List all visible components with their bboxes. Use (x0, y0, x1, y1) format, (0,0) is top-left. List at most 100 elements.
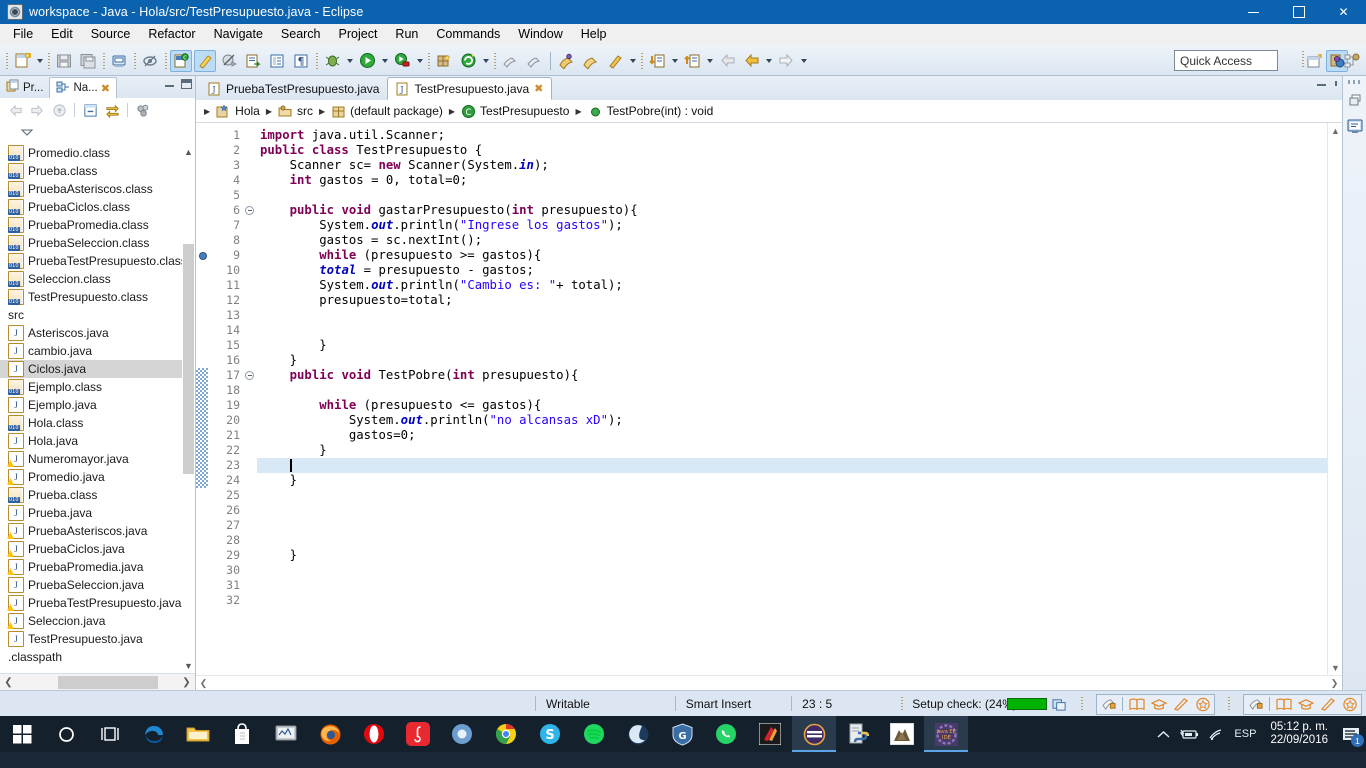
open-resource-icon[interactable] (556, 50, 578, 72)
forward-icon[interactable] (27, 100, 47, 120)
file-tree[interactable]: Promedio.class Prueba.class PruebaAsterisc… (0, 144, 195, 673)
scroll-up-arrow[interactable]: ▲ (1328, 123, 1342, 138)
taskbar-opera[interactable] (352, 716, 396, 752)
back-dropdown-icon[interactable] (763, 50, 774, 72)
minimize-view-icon[interactable] (165, 82, 174, 87)
lock-icon[interactable] (1100, 696, 1117, 713)
code-line[interactable]: Scanner sc= new Scanner(System.in); (257, 158, 1327, 173)
badge-icon[interactable] (1194, 696, 1211, 713)
new-wizard-icon[interactable] (11, 50, 33, 72)
next-annotation-dropdown-icon[interactable] (669, 50, 680, 72)
explorer-horizontal-scrollbar[interactable]: ❮ ❯ (0, 673, 195, 690)
menu-window[interactable]: Window (509, 24, 571, 45)
taskbar-chromium[interactable] (440, 716, 484, 752)
tab-package-explorer[interactable]: Pr... (0, 77, 49, 98)
tab-navigator[interactable]: Na... ✖ (49, 77, 117, 98)
maximize-view-icon[interactable] (181, 79, 192, 89)
tree-item[interactable]: PruebaCiclos.java (0, 540, 195, 558)
lock-icon[interactable] (1247, 696, 1264, 713)
pencil-icon[interactable] (1319, 696, 1336, 713)
code-line[interactable]: public void gastarPresupuesto(int presup… (257, 203, 1327, 218)
book-icon[interactable] (1128, 696, 1145, 713)
fold-collapse-icon[interactable] (245, 206, 254, 215)
tree-item[interactable]: TestPresupuesto.java (0, 630, 195, 648)
breadcrumb-item-method[interactable]: TestPobre(int) : void (588, 104, 713, 119)
taskbar-antivirus[interactable]: G (660, 716, 704, 752)
scroll-left-arrow[interactable]: ❮ (0, 675, 17, 690)
code-line[interactable] (257, 323, 1327, 338)
print-icon[interactable] (108, 50, 130, 72)
search-icon[interactable] (499, 50, 521, 72)
next-annotation-icon[interactable] (646, 50, 668, 72)
code-line[interactable]: System.out.println("Ingrese los gastos")… (257, 218, 1327, 233)
code-line[interactable] (257, 593, 1327, 608)
open-task-icon[interactable] (266, 50, 288, 72)
collapse-all-icon[interactable] (80, 100, 100, 120)
tree-item[interactable]: PruebaPromedia.java (0, 558, 195, 576)
menu-refactor[interactable]: Refactor (139, 24, 204, 45)
editor-marker-bar[interactable] (196, 123, 210, 675)
editor-tab-testpresupuesto[interactable]: J TestPresupuesto.java ✖ (387, 77, 553, 100)
tree-item[interactable]: PruebaCiclos.class (0, 198, 195, 216)
breadcrumb-item-package[interactable]: (default package) (331, 104, 443, 119)
debug-icon[interactable] (321, 50, 343, 72)
task-view-button[interactable] (88, 716, 132, 752)
menu-source[interactable]: Source (82, 24, 140, 45)
code-line[interactable]: while (presupuesto <= gastos){ (257, 398, 1327, 413)
minimize-editor-icon[interactable] (1317, 81, 1326, 86)
maximize-button[interactable] (1276, 0, 1321, 24)
taskbar-game-app[interactable] (748, 716, 792, 752)
badge-icon[interactable] (1341, 696, 1358, 713)
scroll-right-arrow[interactable]: ❯ (1327, 678, 1342, 689)
code-line[interactable]: } (257, 353, 1327, 368)
code-line[interactable]: gastos = sc.nextInt(); (257, 233, 1327, 248)
show-progress-icon[interactable] (1051, 696, 1068, 713)
scroll-right-arrow[interactable]: ❯ (178, 675, 195, 690)
taskbar-spotify[interactable] (572, 716, 616, 752)
scroll-left-arrow[interactable]: ❮ (196, 678, 211, 689)
tree-item[interactable]: PruebaTestPresupuesto.java (0, 594, 195, 612)
java-browsing-icon[interactable] (1341, 50, 1363, 72)
status-drag-handle[interactable] (901, 696, 904, 711)
graduation-icon[interactable] (1297, 696, 1314, 713)
quick-access-input[interactable]: Quick Access (1174, 50, 1278, 71)
tree-item[interactable]: PruebaTestPresupuesto.class (0, 252, 195, 270)
close-button[interactable]: ✕ (1321, 0, 1366, 24)
taskbar-monitor-app[interactable] (264, 716, 308, 752)
breadcrumb-item-class[interactable]: C TestPresupuesto (461, 104, 569, 119)
taskbar-netease-music[interactable] (396, 716, 440, 752)
scroll-up-arrow[interactable]: ▲ (182, 144, 195, 159)
code-folding-bar[interactable] (244, 123, 257, 675)
open-perspective-icon[interactable] (1303, 50, 1325, 72)
tree-item[interactable]: Seleccion.class (0, 270, 195, 288)
code-line[interactable] (257, 518, 1327, 533)
search-all-icon[interactable] (523, 50, 545, 72)
book-icon[interactable] (1275, 696, 1292, 713)
run-external-tools-icon[interactable] (391, 50, 413, 72)
menu-commands[interactable]: Commands (427, 24, 509, 45)
code-line[interactable] (257, 578, 1327, 593)
save-icon[interactable] (53, 50, 75, 72)
taskbar-python[interactable] (836, 716, 880, 752)
tree-item[interactable]: cambio.java (0, 342, 195, 360)
toggle-mark-occurrences-icon[interactable] (139, 50, 161, 72)
menu-edit[interactable]: Edit (42, 24, 82, 45)
java-editor-icon[interactable] (1345, 116, 1365, 136)
breadcrumb-item-src[interactable]: src (278, 104, 313, 119)
code-line[interactable]: } (257, 548, 1327, 563)
previous-annotation-dropdown-icon[interactable] (704, 50, 715, 72)
tree-item[interactable]: Prueba.java (0, 504, 195, 522)
status-drag-handle[interactable] (1228, 697, 1230, 711)
scroll-down-arrow[interactable]: ▼ (182, 658, 195, 673)
show-whitespace-icon[interactable]: ¶ (290, 50, 312, 72)
code-line[interactable]: import java.util.Scanner; (257, 128, 1327, 143)
open-folder-icon[interactable] (580, 50, 602, 72)
taskbar-whatsapp[interactable] (704, 716, 748, 752)
editor-tab-pruebatestpresupuesto[interactable]: J PruebaTestPresupuesto.java (200, 77, 387, 100)
clock[interactable]: 05:12 p. m. 22/09/2016 (1262, 721, 1336, 747)
new-annotation-icon[interactable] (194, 49, 216, 72)
tree-item[interactable]: .classpath (0, 648, 195, 666)
battery-icon[interactable] (1176, 716, 1202, 752)
code-line[interactable] (257, 188, 1327, 203)
save-all-icon[interactable] (77, 50, 99, 72)
